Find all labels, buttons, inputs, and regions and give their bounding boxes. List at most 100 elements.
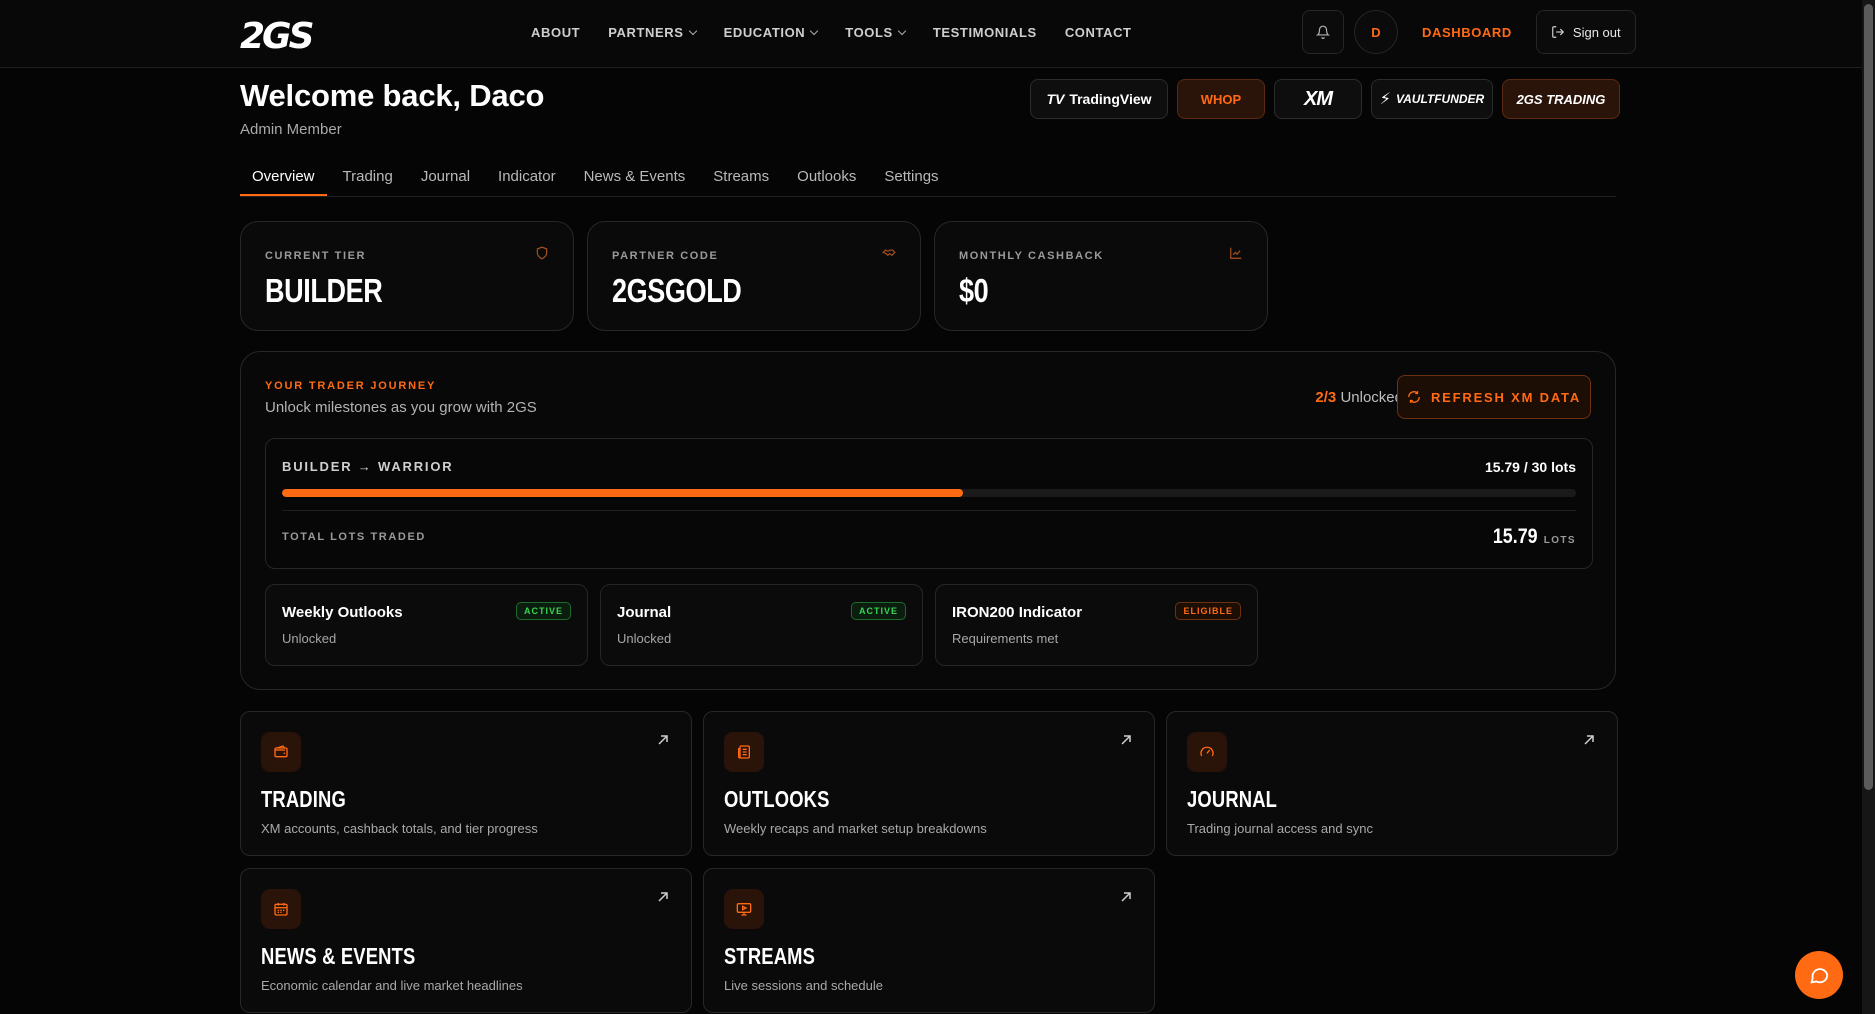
tab-journal[interactable]: Journal <box>409 160 482 196</box>
member-role: Admin Member <box>240 121 342 138</box>
arrow-up-right-icon <box>1121 735 1131 745</box>
status-badge: ACTIVE <box>850 602 906 620</box>
monthly-cashback-label: MONTHLY CASHBACK <box>959 250 1104 262</box>
partner-2gs-trading-label: 2GS TRADING <box>1516 91 1606 107</box>
notifications-button[interactable] <box>1302 10 1344 54</box>
journey-subtitle: Unlock milestones as you grow with 2GS <box>265 399 537 416</box>
chevron-down-icon <box>810 26 819 35</box>
tab-trading[interactable]: Trading <box>331 160 405 196</box>
milestone-title: Journal <box>617 604 672 621</box>
divider <box>282 510 1576 511</box>
nav-partners[interactable]: PARTNERS <box>608 25 697 40</box>
feature-card-outlooks[interactable]: OUTLOOKS Weekly recaps and market setup … <box>703 711 1155 856</box>
scrollbar-thumb[interactable] <box>1864 4 1873 790</box>
milestone-iron200-indicator[interactable]: IRON200 Indicator Requirements met ELIGI… <box>935 584 1258 666</box>
handshake-icon <box>882 249 896 257</box>
feature-subtitle: Live sessions and schedule <box>724 978 883 993</box>
refresh-icon <box>1408 391 1420 403</box>
main-nav: ABOUT PARTNERS EDUCATION TOOLS TESTIMONI… <box>531 25 1132 40</box>
feature-subtitle: Economic calendar and live market headli… <box>261 978 523 993</box>
feature-card-trading[interactable]: TRADING XM accounts, cashback totals, an… <box>240 711 692 856</box>
refresh-xm-data-button[interactable]: REFRESH XM DATA <box>1397 375 1591 419</box>
page-scrollbar[interactable] <box>1862 0 1875 1014</box>
arrow-up-right-icon <box>1121 892 1131 902</box>
tier-progress-box: BUILDER → WARRIOR 15.79 / 30 lots TOTAL … <box>265 438 1593 569</box>
tab-streams[interactable]: Streams <box>701 160 781 196</box>
vaultfunder-logo-icon: ⚡ <box>1379 91 1391 108</box>
monthly-cashback-card: MONTHLY CASHBACK $0 <box>934 221 1268 331</box>
partner-tradingview[interactable]: TV TradingView <box>1030 79 1168 119</box>
feature-icon-wrap <box>261 889 301 929</box>
feature-title: OUTLOOKS <box>724 786 830 812</box>
user-avatar[interactable]: D <box>1354 10 1398 54</box>
tier-progress-fill <box>282 489 964 497</box>
current-tier-card: CURRENT TIER BUILDER <box>240 221 574 331</box>
gauge-icon <box>1200 746 1214 757</box>
nav-education[interactable]: EDUCATION <box>724 25 819 40</box>
partner-xm[interactable]: XM <box>1274 79 1362 119</box>
unlocked-count-value: 2/3 <box>1315 389 1337 406</box>
dashboard-tabs: Overview Trading Journal Indicator News … <box>240 160 1616 197</box>
feature-title: JOURNAL <box>1187 786 1278 812</box>
calendar-icon <box>274 903 288 916</box>
milestone-weekly-outlooks[interactable]: Weekly Outlooks Unlocked ACTIVE <box>265 584 588 666</box>
refresh-xm-data-label: REFRESH XM DATA <box>1430 389 1582 405</box>
feature-subtitle: Trading journal access and sync <box>1187 821 1373 836</box>
nav-actions: D DASHBOARD Sign out <box>1302 10 1636 54</box>
milestone-journal[interactable]: Journal Unlocked ACTIVE <box>600 584 923 666</box>
tab-outlooks[interactable]: Outlooks <box>785 160 868 196</box>
monitor-play-icon <box>736 903 752 916</box>
partner-vaultfunder-label: VAULTFUNDER <box>1396 92 1485 106</box>
milestone-title: Weekly Outlooks <box>282 604 403 621</box>
feature-subtitle: XM accounts, cashback totals, and tier p… <box>261 821 538 836</box>
journey-kicker: YOUR TRADER JOURNEY <box>265 380 437 392</box>
shield-icon <box>536 246 548 260</box>
partner-code-value[interactable]: 2GSGOLD <box>612 272 742 310</box>
tab-overview[interactable]: Overview <box>240 160 327 196</box>
sign-out-icon <box>1552 26 1564 38</box>
status-badge: ACTIVE <box>515 602 571 620</box>
partner-whop[interactable]: WHOP <box>1177 79 1265 119</box>
partner-links: TV TradingView WHOP XM ⚡ VAULTFUNDER 2GS… <box>1030 79 1620 119</box>
nav-partners-label: PARTNERS <box>608 25 684 40</box>
unlocked-count: 2/3 Unlocked <box>1315 389 1403 406</box>
feature-icon-wrap <box>724 889 764 929</box>
top-navbar: 2GS ABOUT PARTNERS EDUCATION TOOLS TESTI… <box>0 0 1862 68</box>
partner-whop-label: WHOP <box>1200 91 1242 107</box>
chat-button[interactable] <box>1795 951 1843 999</box>
feature-title: NEWS & EVENTS <box>261 943 416 969</box>
newspaper-icon <box>738 745 750 759</box>
nav-testimonials[interactable]: TESTIMONIALS <box>933 25 1037 40</box>
nav-tools[interactable]: TOOLS <box>845 25 907 40</box>
tier-progress-value: 15.79 / 30 lots <box>1484 459 1576 475</box>
milestone-subtitle: Unlocked <box>617 631 672 646</box>
total-lots: 15.79 LOTS <box>1485 525 1576 549</box>
tab-indicator[interactable]: Indicator <box>486 160 568 196</box>
bell-icon <box>1316 25 1330 39</box>
brand-logo[interactable]: 2GS <box>240 16 315 57</box>
current-tier-label: CURRENT TIER <box>265 250 367 262</box>
feature-card-streams[interactable]: STREAMS Live sessions and schedule <box>703 868 1155 1013</box>
nav-contact-label: CONTACT <box>1064 25 1132 40</box>
sign-out-button[interactable]: Sign out <box>1535 10 1636 54</box>
arrow-up-right-icon <box>1584 735 1594 745</box>
nav-contact[interactable]: CONTACT <box>1065 25 1132 40</box>
feature-card-journal[interactable]: JOURNAL Trading journal access and sync <box>1166 711 1618 856</box>
milestone-title: IRON200 Indicator <box>952 604 1083 621</box>
status-badge: ELIGIBLE <box>1175 602 1241 620</box>
wallet-icon <box>274 745 288 758</box>
nav-testimonials-label: TESTIMONIALS <box>932 25 1037 40</box>
partner-vaultfunder[interactable]: ⚡ VAULTFUNDER <box>1371 79 1493 119</box>
tab-news-events[interactable]: News & Events <box>572 160 698 196</box>
sign-out-label: Sign out <box>1572 24 1621 40</box>
tab-settings[interactable]: Settings <box>872 160 950 196</box>
partner-2gs-trading[interactable]: 2GS TRADING <box>1502 79 1620 119</box>
feature-icon-wrap <box>724 732 764 772</box>
feature-card-news-events[interactable]: NEWS & EVENTS Economic calendar and live… <box>240 868 692 1013</box>
nav-about[interactable]: ABOUT <box>531 25 580 40</box>
monthly-cashback-value: $0 <box>959 272 989 309</box>
dashboard-link[interactable]: DASHBOARD <box>1408 25 1526 40</box>
partner-code-card: PARTNER CODE 2GSGOLD <box>587 221 921 331</box>
partner-code-label: PARTNER CODE <box>612 250 719 262</box>
total-lots-label: TOTAL LOTS TRADED <box>282 531 426 543</box>
